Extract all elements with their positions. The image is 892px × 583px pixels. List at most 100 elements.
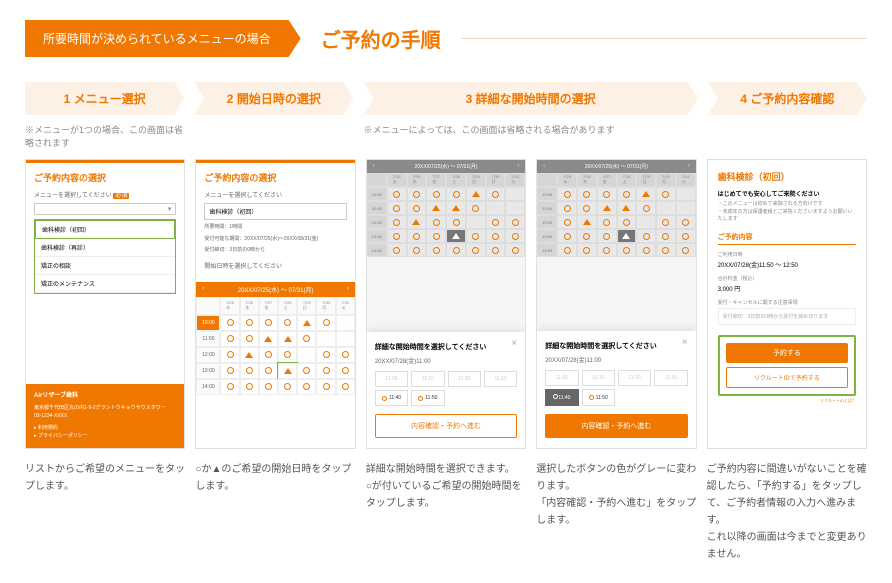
calendar-cell[interactable] [220, 363, 239, 379]
calendar-cell[interactable] [636, 243, 656, 257]
calendar-cell[interactable]: - [486, 201, 506, 215]
calendar-cell[interactable] [557, 215, 577, 229]
calendar-cell[interactable] [387, 187, 407, 201]
calendar-cell[interactable] [278, 315, 297, 331]
calendar-cell[interactable] [577, 201, 597, 215]
calendar-cell[interactable]: - [336, 315, 355, 331]
calendar-cell[interactable] [577, 229, 597, 243]
calendar-cell[interactable] [486, 243, 506, 257]
calendar-cell[interactable] [466, 229, 486, 243]
calendar-cell[interactable] [636, 201, 656, 215]
calendar-cell[interactable] [505, 243, 525, 257]
calendar-cell[interactable] [259, 363, 278, 379]
calendar-cell[interactable] [259, 379, 278, 395]
reserve-button[interactable]: 予約する [726, 343, 848, 363]
calendar-cell[interactable] [387, 243, 407, 257]
close-icon[interactable]: × [511, 338, 517, 349]
calendar-cell[interactable] [577, 215, 597, 229]
calendar-cell[interactable] [240, 347, 259, 363]
calendar-cell[interactable] [278, 331, 297, 347]
calendar-cell[interactable]: - [316, 331, 335, 347]
calendar-cell[interactable] [240, 315, 259, 331]
calendar-cell[interactable]: - [466, 215, 486, 229]
calendar-cell[interactable] [407, 187, 427, 201]
calendar-cell[interactable] [597, 187, 617, 201]
calendar-cell[interactable] [336, 347, 355, 363]
calendar-cell[interactable] [446, 229, 466, 243]
calendar-cell[interactable] [676, 229, 696, 243]
calendar-cell[interactable] [297, 331, 316, 347]
calendar-cell[interactable] [446, 201, 466, 215]
calendar-cell[interactable] [240, 363, 259, 379]
calendar-cell[interactable] [278, 363, 297, 379]
recruit-link[interactable]: リクルートIDとは？ [718, 398, 856, 404]
calendar-cell[interactable] [426, 187, 446, 201]
calendar-cell[interactable] [387, 201, 407, 215]
calendar-cell[interactable] [426, 201, 446, 215]
calendar-cell[interactable] [316, 379, 335, 395]
calendar-cell[interactable] [278, 347, 297, 363]
time-slot[interactable]: 11:50 [411, 390, 444, 406]
calendar-cell[interactable] [387, 215, 407, 229]
calendar-cell[interactable] [407, 243, 427, 257]
calendar-cell[interactable] [656, 215, 676, 229]
calendar-cell[interactable]: - [656, 201, 676, 215]
calendar-cell[interactable] [297, 379, 316, 395]
calendar-cell[interactable]: - [676, 187, 696, 201]
calendar-cell[interactable] [240, 379, 259, 395]
calendar-cell[interactable] [297, 363, 316, 379]
calendar-cell[interactable] [505, 215, 525, 229]
calendar-cell[interactable] [336, 363, 355, 379]
calendar-cell[interactable] [466, 187, 486, 201]
calendar-cell[interactable] [486, 229, 506, 243]
calendar-cell[interactable] [220, 331, 239, 347]
calendar-cell[interactable] [557, 187, 577, 201]
calendar-cell[interactable] [597, 229, 617, 243]
calendar-cell[interactable] [656, 243, 676, 257]
calendar-cell[interactable]: - [505, 201, 525, 215]
calendar-cell[interactable]: - [676, 201, 696, 215]
calendar-cell[interactable] [297, 315, 316, 331]
calendar-cell[interactable] [656, 187, 676, 201]
recruit-button[interactable]: リクルートIDで予約する [726, 367, 848, 388]
calendar-cell[interactable] [387, 229, 407, 243]
calendar-cell[interactable] [407, 215, 427, 229]
calendar-cell[interactable] [617, 243, 637, 257]
menu-item[interactable]: 矯正の相談 [35, 257, 175, 275]
calendar-cell[interactable] [407, 201, 427, 215]
calendar-cell[interactable] [557, 243, 577, 257]
calendar-cell[interactable] [446, 215, 466, 229]
calendar-cell[interactable] [426, 215, 446, 229]
calendar-cell[interactable] [505, 229, 525, 243]
prev-week-icon[interactable]: ‹ [202, 286, 204, 292]
menu-item[interactable]: 歯科検診（初回） [35, 220, 175, 239]
calendar-cell[interactable] [259, 315, 278, 331]
calendar-cell[interactable]: - [297, 347, 316, 363]
calendar-cell[interactable] [278, 379, 297, 395]
menu-item[interactable]: 矯正のメンテナンス [35, 275, 175, 293]
time-slot-selected[interactable]: 11:40 [545, 389, 578, 406]
proceed-button[interactable]: 内容確認・予約へ進む [545, 414, 687, 438]
calendar-cell[interactable] [240, 331, 259, 347]
calendar-cell[interactable] [617, 229, 637, 243]
calendar-cell[interactable] [636, 229, 656, 243]
calendar-cell[interactable] [316, 363, 335, 379]
calendar-cell[interactable] [220, 347, 239, 363]
calendar-cell[interactable] [597, 215, 617, 229]
calendar-cell[interactable]: - [336, 331, 355, 347]
calendar-cell[interactable] [486, 215, 506, 229]
calendar-cell[interactable] [597, 243, 617, 257]
calendar-cell[interactable]: - [505, 187, 525, 201]
calendar-cell[interactable] [557, 201, 577, 215]
calendar-cell[interactable]: - [636, 215, 656, 229]
calendar-cell[interactable] [466, 201, 486, 215]
calendar-cell[interactable] [446, 187, 466, 201]
calendar-cell[interactable] [597, 201, 617, 215]
time-slot[interactable]: 11:50 [582, 389, 615, 406]
close-icon[interactable]: × [682, 337, 688, 348]
dropdown[interactable]: ▾ [34, 203, 176, 215]
calendar-cell[interactable] [617, 187, 637, 201]
calendar-cell[interactable] [656, 229, 676, 243]
calendar-cell[interactable] [316, 347, 335, 363]
calendar-cell[interactable] [426, 243, 446, 257]
